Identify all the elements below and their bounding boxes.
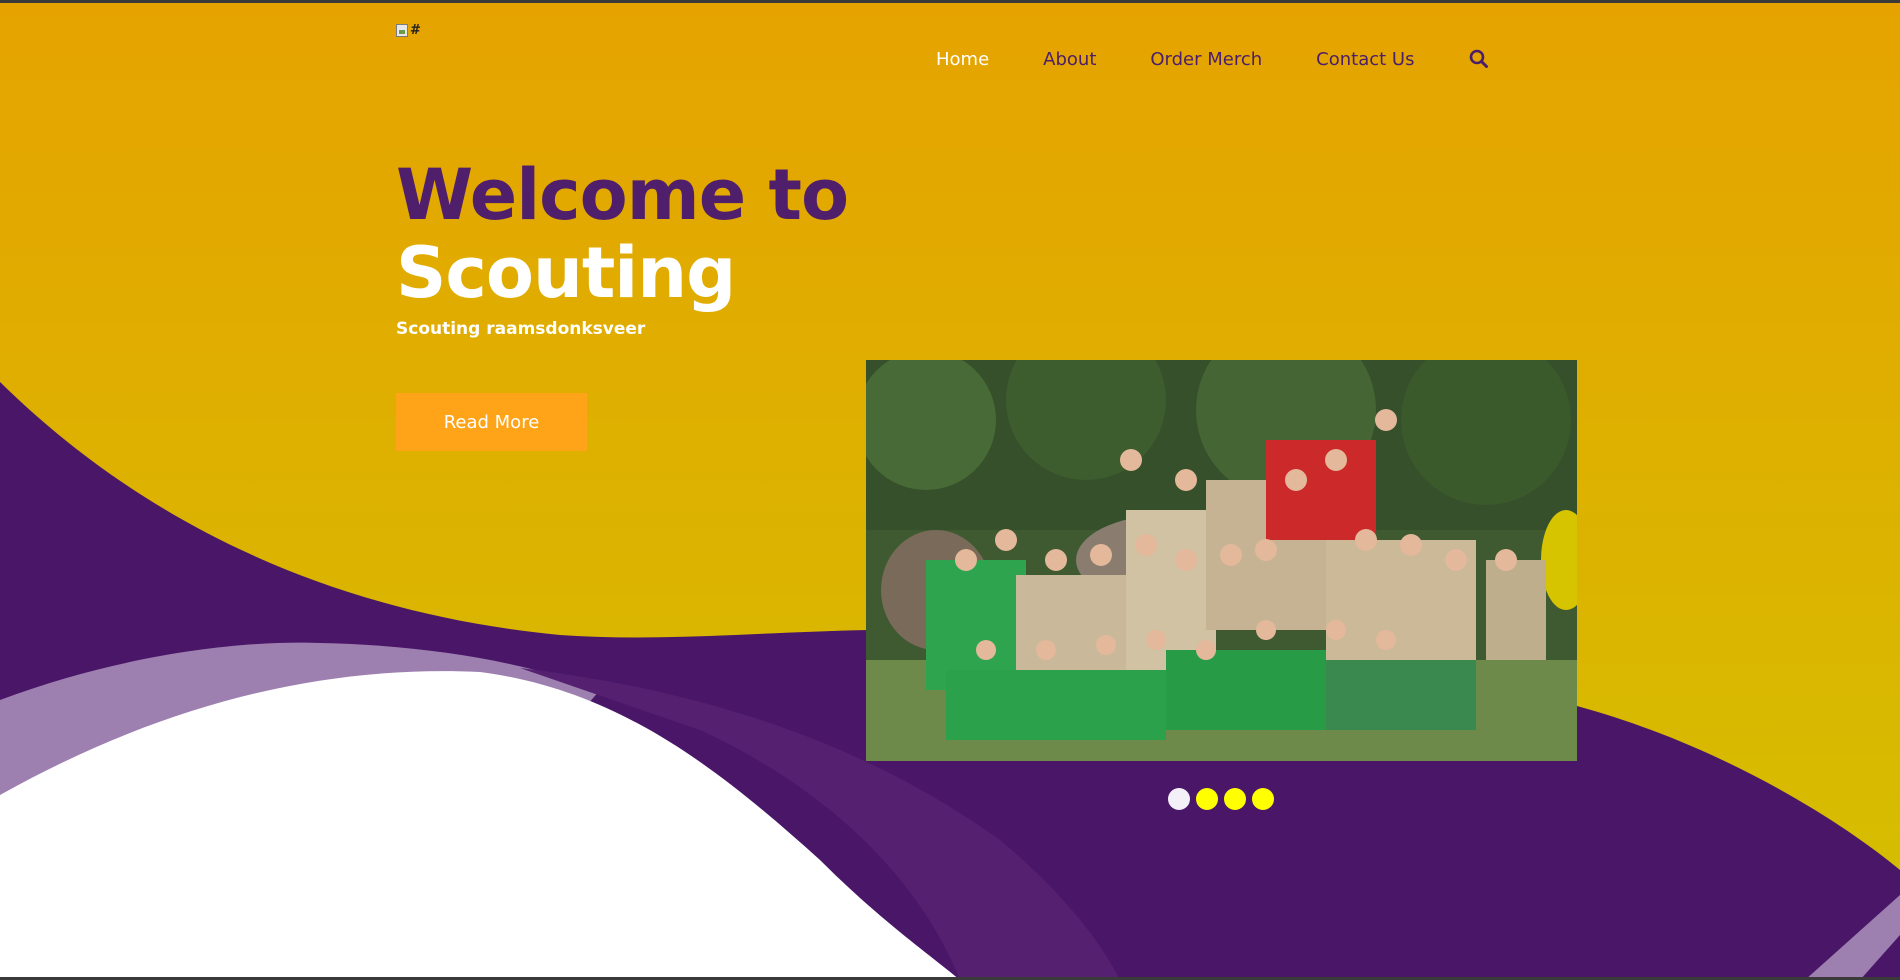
site-logo[interactable]: # bbox=[396, 20, 424, 40]
logo-alt-text: # bbox=[410, 22, 421, 38]
hero-title-line1: Welcome to bbox=[396, 154, 849, 236]
read-more-button[interactable]: Read More bbox=[396, 393, 587, 451]
hero-title-line2: Scouting bbox=[396, 232, 736, 314]
search-icon[interactable] bbox=[1468, 48, 1490, 70]
nav-item-home[interactable]: Home bbox=[936, 49, 989, 70]
group-photo-placeholder bbox=[866, 360, 1577, 761]
nav-item-contact-us[interactable]: Contact Us bbox=[1316, 49, 1414, 70]
top-border bbox=[0, 0, 1900, 3]
nav-item-about[interactable]: About bbox=[1043, 49, 1096, 70]
slider-dot[interactable] bbox=[1252, 788, 1274, 810]
slider-dot[interactable] bbox=[1196, 788, 1218, 810]
slider-photo bbox=[866, 360, 1577, 761]
slider-dots bbox=[1168, 788, 1274, 810]
nav-item-order-merch[interactable]: Order Merch bbox=[1150, 49, 1262, 70]
hero-subtitle: Scouting raamsdonksveer bbox=[396, 319, 646, 339]
hero-title: Welcome to Scouting bbox=[396, 154, 849, 314]
main-nav: Home About Order Merch Contact Us bbox=[936, 48, 1490, 70]
slider-dot[interactable] bbox=[1168, 788, 1190, 810]
broken-image-icon bbox=[396, 23, 408, 37]
page: # Home About Order Merch Contact Us Welc… bbox=[0, 0, 1900, 980]
slider-dot[interactable] bbox=[1224, 788, 1246, 810]
